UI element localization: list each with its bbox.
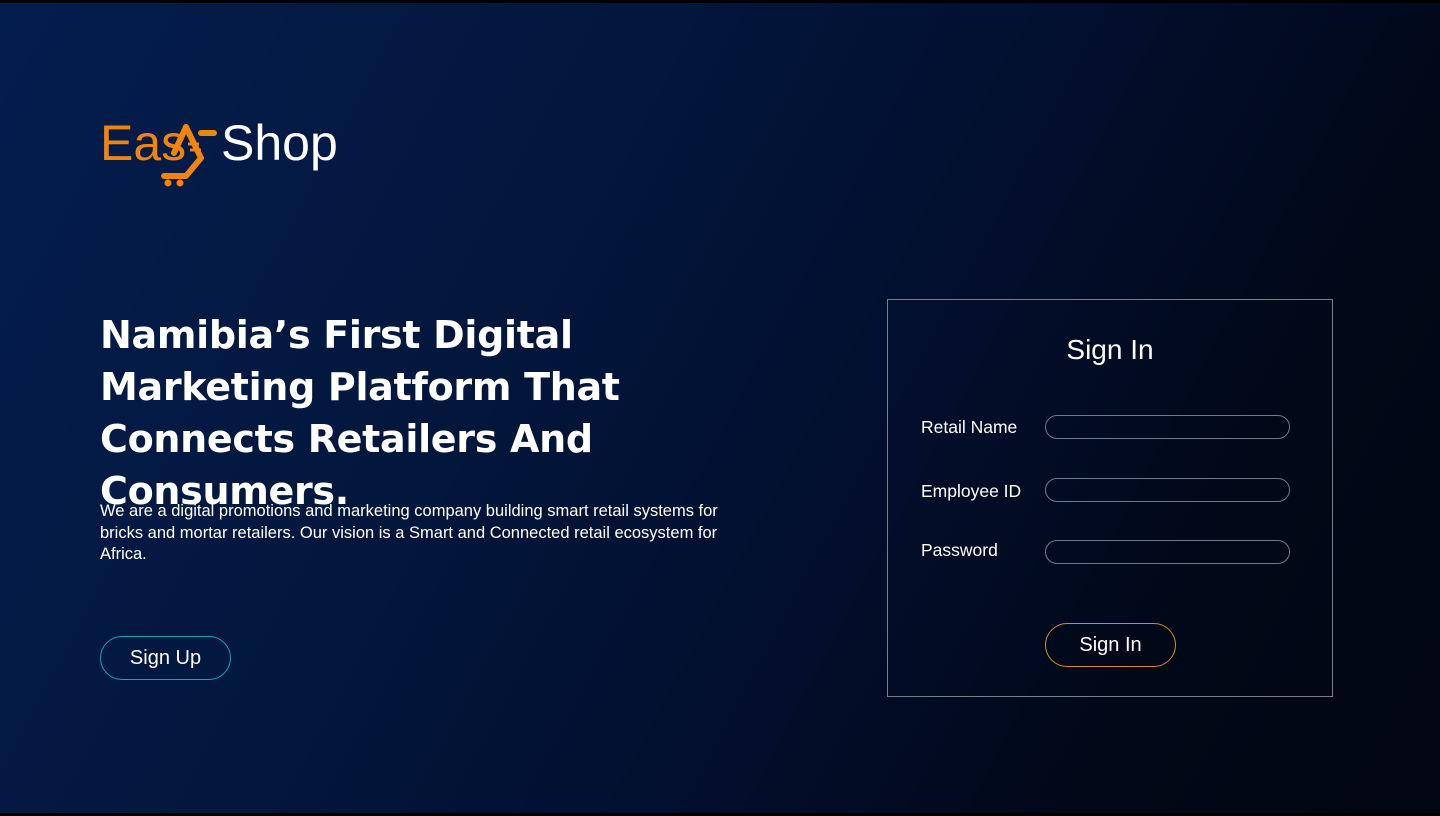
- easyshop-logo: Eas Shop: [100, 115, 338, 187]
- employee-id-input[interactable]: [1045, 478, 1290, 502]
- retail-name-input[interactable]: [1045, 415, 1290, 439]
- sign-up-button[interactable]: Sign Up: [100, 636, 231, 680]
- landing-page: Eas Shop Namibia’s First Digital Marketi…: [0, 3, 1440, 813]
- logo-text-shop: Shop: [221, 115, 338, 171]
- sign-in-button[interactable]: Sign In: [1045, 623, 1176, 667]
- employee-id-label: Employee ID: [921, 481, 1022, 501]
- logo-text-easy: Eas: [100, 115, 186, 171]
- sign-in-card: Sign In Retail Name Employee ID Password…: [887, 299, 1333, 697]
- retail-name-label: Retail Name: [921, 417, 1018, 437]
- hero-description: We are a digital promotions and marketin…: [100, 502, 718, 563]
- password-label: Password: [921, 540, 998, 560]
- password-input[interactable]: [1045, 540, 1290, 564]
- hero-headline: Namibia’s First Digital Marketing Platfo…: [100, 313, 620, 513]
- sign-in-title: Sign In: [1066, 334, 1154, 365]
